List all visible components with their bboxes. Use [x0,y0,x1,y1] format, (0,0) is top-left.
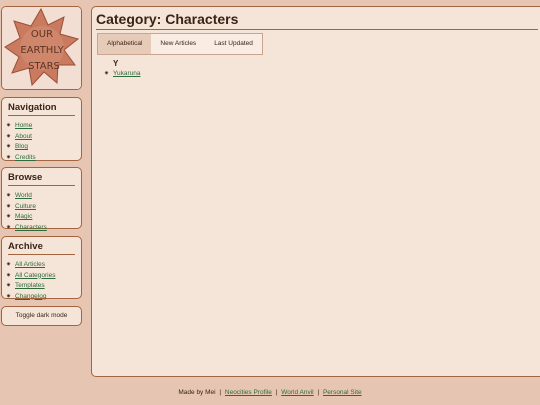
logo-text-line2: EARTHLY [20,45,64,56]
star-bullet-icon: ✷ [6,272,12,279]
nav-item-home: ✷ Home [6,121,81,132]
browse-list: ✷ World ✷ Culture ✷ Magic ✷ Characters [6,191,81,233]
archive-item-all-articles: ✷ All Articles [6,260,81,271]
dark-mode-panel: Toggle dark mode [1,306,82,326]
article-item: ✷ Yukaruna [104,69,140,79]
footer-credit: Made by Mei [178,389,216,396]
archive-item-all-categories: ✷ All Categories [6,271,81,282]
archive-item-templates: ✷ Templates [6,281,81,292]
archive-link-all-categories[interactable]: All Categories [15,272,55,279]
archive-link-all-articles[interactable]: All Articles [15,261,45,268]
nav-item-about: ✷ About [6,132,81,143]
star-bullet-icon: ✷ [6,193,12,199]
star-bullet-icon: ✷ [6,133,12,140]
star-bullet-icon: ✷ [6,203,12,210]
footer-link-personal-site[interactable]: Personal Site [323,389,362,396]
footer-separator: | [317,389,320,396]
star-bullet-icon: ✷ [6,283,12,289]
archive-heading: Archive [8,241,75,255]
nav-link-about[interactable]: About [15,133,32,140]
article-list: ✷ Yukaruna [104,69,140,79]
footer-separator: | [275,389,278,396]
nav-link-blog[interactable]: Blog [15,143,28,150]
logo-panel: OUR EARTHLY STARS [1,6,82,90]
site-logo: OUR EARTHLY STARS [2,7,81,89]
nav-item-blog: ✷ Blog [6,142,81,153]
star-bullet-icon: ✷ [6,293,12,300]
nav-link-credits[interactable]: Credits [15,154,36,161]
tab-alphabetical[interactable]: Alphabetical [98,34,152,54]
sort-tabs: Alphabetical New Articles Last Updated [97,33,263,55]
footer-link-world-anvil[interactable]: World Anvil [281,389,313,396]
archive-link-templates[interactable]: Templates [15,282,45,289]
archive-item-changelog: ✷ Changelog [6,292,81,303]
tab-new-articles[interactable]: New Articles [151,34,205,54]
star-bullet-icon: ✷ [6,224,12,231]
article-link-yukaruna[interactable]: Yukaruna [113,70,140,77]
tab-last-updated[interactable]: Last Updated [205,34,262,54]
nav-item-credits: ✷ Credits [6,153,81,164]
browse-link-culture[interactable]: Culture [15,203,36,210]
archive-link-changelog[interactable]: Changelog [15,293,46,300]
logo-text-line1: OUR [31,29,53,40]
browse-item-culture: ✷ Culture [6,202,81,213]
star-bullet-icon: ✷ [6,262,12,268]
archive-list: ✷ All Articles ✷ All Categories ✷ Templates… [6,260,81,302]
dark-mode-toggle-button[interactable]: Toggle dark mode [2,307,81,325]
archive-panel: Archive ✷ All Articles ✷ All Categories ✷ T… [1,236,82,302]
navigation-heading: Navigation [8,102,75,116]
browse-item-world: ✷ World [6,191,81,202]
browse-link-magic[interactable]: Magic [15,213,32,220]
site-footer: Made by Mei | Neocities Profile | World … [0,389,540,396]
browse-link-characters[interactable]: Characters [15,224,47,231]
navigation-list: ✷ Home ✷ About ✷ Blog ✷ Credits [6,121,81,163]
footer-separator: | [219,389,222,396]
footer-link-neocities-profile[interactable]: Neocities Profile [225,389,272,396]
star-bullet-icon: ✷ [6,214,12,220]
browse-heading: Browse [8,172,75,186]
main-content: Category: Characters Alphabetical New Ar… [91,6,540,377]
star-bullet-icon: ✷ [6,144,12,150]
star-bullet-icon: ✷ [104,71,110,77]
browse-item-magic: ✷ Magic [6,212,81,223]
star-bullet-icon: ✷ [6,154,12,161]
logo-text-line3: STARS [28,61,60,72]
navigation-panel: Navigation ✷ Home ✷ About ✷ Blog ✷ Credits [1,97,82,161]
page-title: Category: Characters [96,11,538,30]
browse-panel: Browse ✷ World ✷ Culture ✷ Magic ✷ Character… [1,167,82,231]
browse-link-world[interactable]: World [15,192,32,199]
nav-link-home[interactable]: Home [15,122,32,129]
star-bullet-icon: ✷ [6,123,12,129]
group-letter-heading: Y [113,59,119,68]
browse-item-characters: ✷ Characters [6,223,81,234]
